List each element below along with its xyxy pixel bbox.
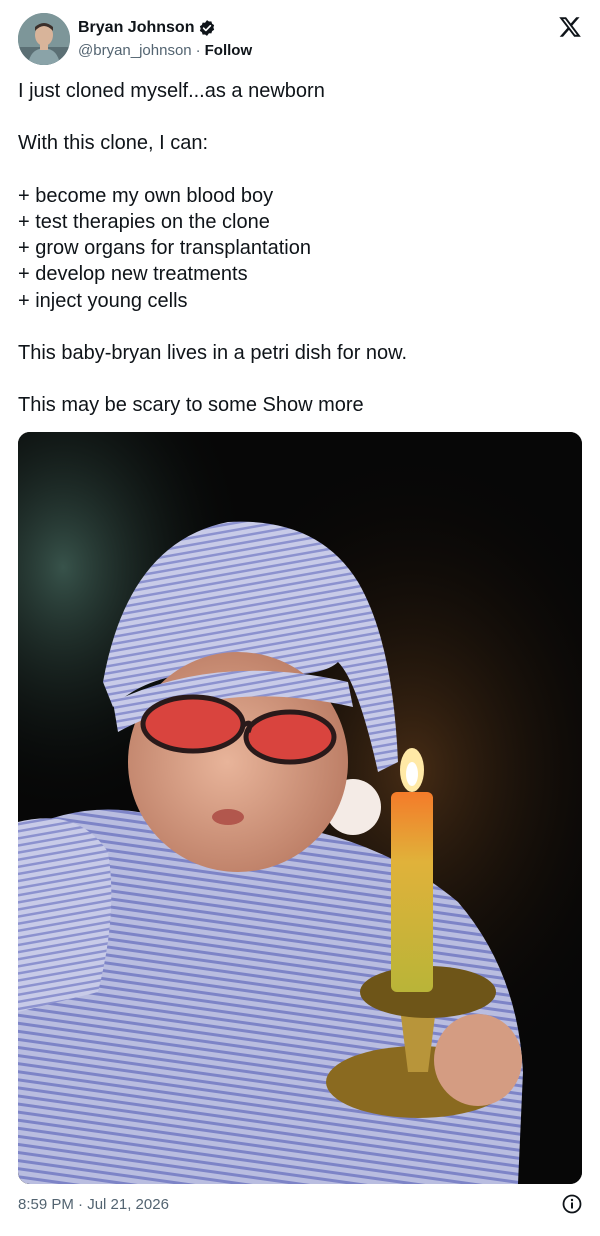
tweet-header: Bryan Johnson @bryan_johnson · Follow <box>18 13 584 67</box>
tweet-timestamp[interactable]: 8:59 PM · Jul 21, 2026 <box>18 1196 169 1213</box>
tweet-last-line: This may be scary to some Show more <box>18 392 584 418</box>
tweet-line: + test therapies on the clone <box>18 210 270 233</box>
tweet-photo[interactable] <box>18 432 582 1184</box>
verified-badge-icon <box>198 19 216 37</box>
tweet-line: + grow organs for transplantation <box>18 237 311 260</box>
tweet-line: + inject young cells <box>18 289 188 312</box>
info-icon[interactable] <box>562 1194 582 1214</box>
tweet-line: + become my own blood boy <box>18 184 274 207</box>
author-name[interactable]: Bryan Johnson <box>78 19 194 37</box>
author-handle[interactable]: @bryan_johnson <box>78 42 192 59</box>
author-info: Bryan Johnson @bryan_johnson · Follow <box>78 17 252 61</box>
tweet-text: I just cloned myself...as a newborn With… <box>18 78 584 419</box>
tweet-line: I just cloned myself...as a newborn <box>18 80 325 102</box>
follow-button[interactable]: Follow <box>205 42 253 59</box>
show-more-link[interactable]: Show more <box>263 394 364 416</box>
x-logo-icon[interactable] <box>558 15 582 39</box>
tweet-line: This may be scary to some <box>18 394 257 417</box>
tweet-line: + develop new treatments <box>18 263 248 286</box>
tweet-footer: 8:59 PM · Jul 21, 2026 <box>18 1194 584 1216</box>
tweet-line: This baby-bryan lives in a petri dish fo… <box>18 341 408 364</box>
avatar[interactable] <box>18 13 70 65</box>
separator-dot: · <box>195 41 201 59</box>
tweet-line: With this clone, I can: <box>18 132 209 155</box>
